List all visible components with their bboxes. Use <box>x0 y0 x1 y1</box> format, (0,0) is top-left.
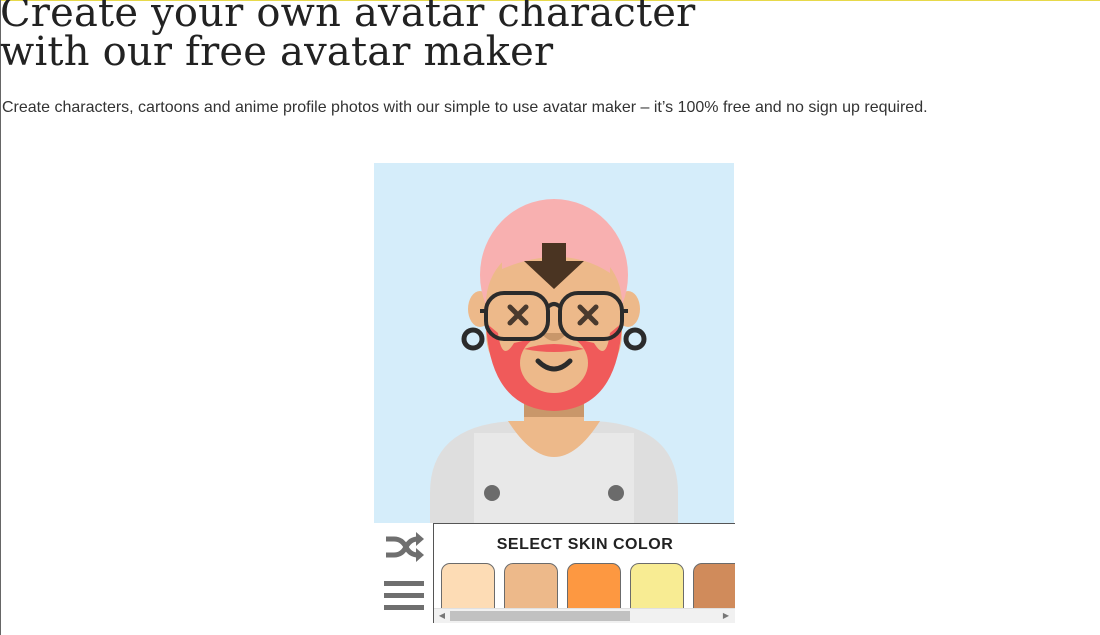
skin-color-swatch[interactable] <box>693 563 735 609</box>
skin-color-swatch[interactable] <box>504 563 558 609</box>
avatar-toolbar <box>374 523 433 623</box>
horizontal-scrollbar[interactable]: ◀ ▶ <box>434 608 735 623</box>
avatar-illustration <box>430 199 678 523</box>
avatar-earring-left <box>461 327 485 351</box>
shuffle-icon <box>382 527 426 567</box>
menu-button[interactable] <box>382 577 426 617</box>
avatar-button-right <box>608 485 624 501</box>
page-subtitle: Create characters, cartoons and anime pr… <box>2 99 928 116</box>
page-title: Create your own avatar character with ou… <box>0 0 696 75</box>
scroll-right-icon[interactable]: ▶ <box>719 610 733 622</box>
left-border <box>0 0 1 635</box>
avatar-preview <box>374 163 734 523</box>
hamburger-menu-icon <box>382 577 426 617</box>
skin-color-swatch[interactable] <box>441 563 495 609</box>
skin-color-swatch[interactable] <box>567 563 621 609</box>
skin-color-swatch[interactable] <box>630 563 684 609</box>
scroll-left-icon[interactable]: ◀ <box>435 610 449 622</box>
scroll-thumb[interactable] <box>450 611 630 621</box>
panel-title: SELECT SKIN COLOR <box>496 536 674 553</box>
avatar-earring-right <box>623 327 647 351</box>
skin-color-panel: SELECT SKIN COLOR ◀ ▶ <box>433 523 735 623</box>
avatar-button-left <box>484 485 500 501</box>
shuffle-button[interactable] <box>382 527 426 567</box>
